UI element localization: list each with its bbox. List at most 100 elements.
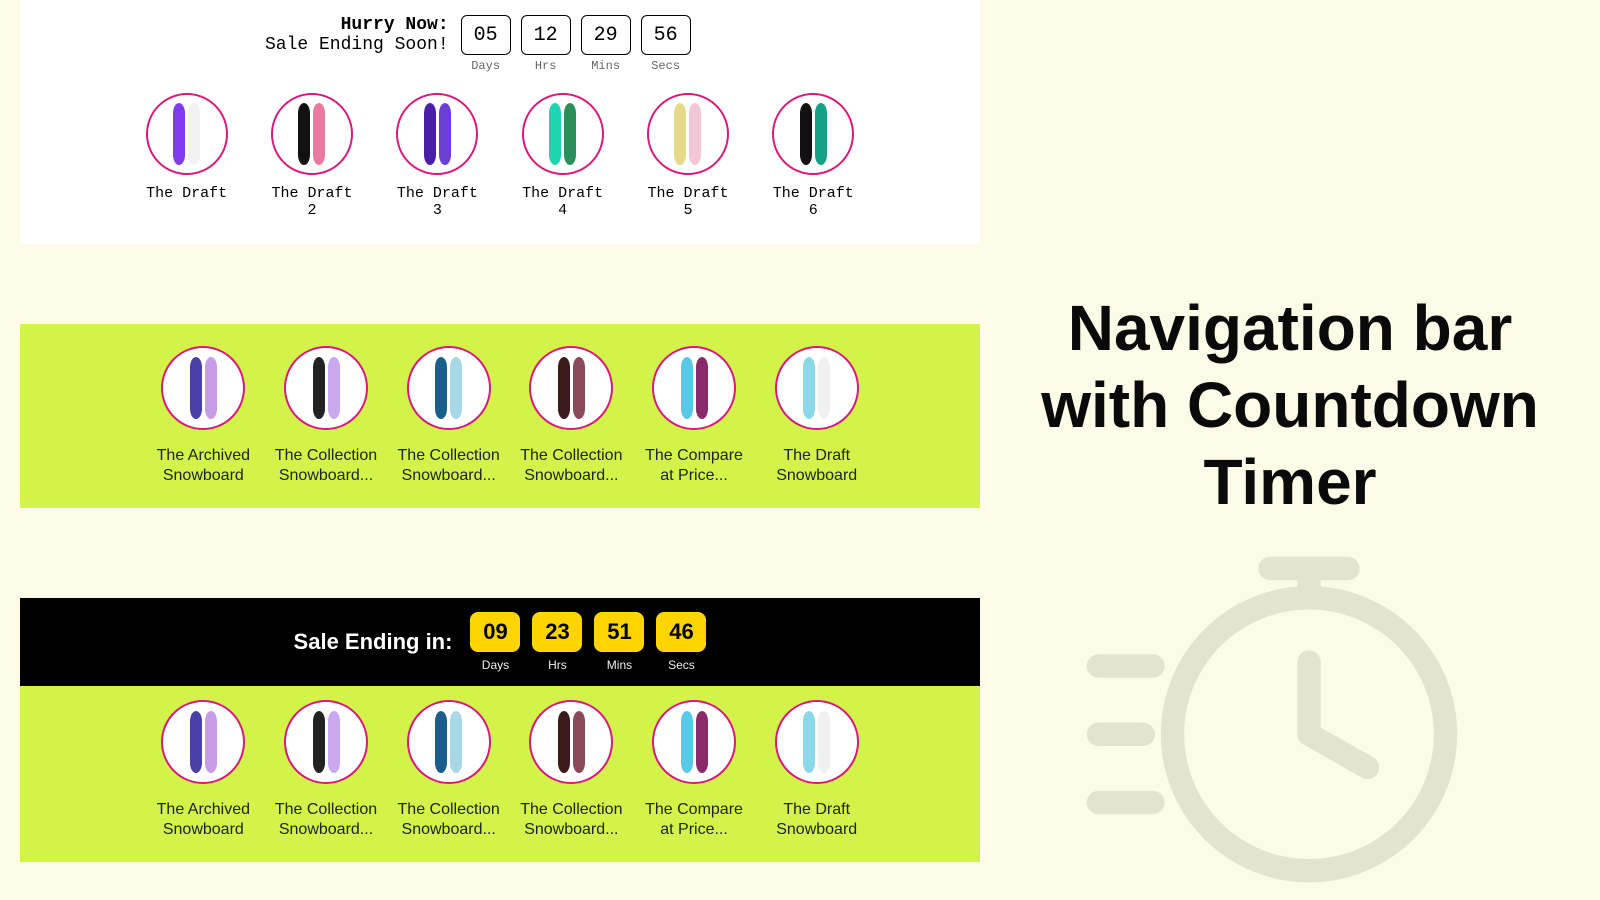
product-thumbnail xyxy=(652,700,736,784)
product-item[interactable]: The Collection Snowboard... xyxy=(395,346,502,486)
preview-panel-2: The Archived Snowboard The Collection Sno… xyxy=(20,324,980,508)
snowboard-icon xyxy=(803,711,815,773)
product-item[interactable]: The Collection Snowboard... xyxy=(518,700,625,840)
product-item[interactable]: The Draft 5 xyxy=(641,93,734,219)
countdown-mins-label: Mins xyxy=(581,59,631,73)
snowboard-icon xyxy=(803,357,815,419)
countdown-row-dark: 09 Days 23 Hrs 51 Mins 46 Secs xyxy=(470,612,706,672)
product-label: The Collection Snowboard... xyxy=(273,800,380,840)
countdown-mins-value: 29 xyxy=(581,15,631,55)
product-item[interactable]: The Draft Snowboard xyxy=(763,700,870,840)
product-item[interactable]: The Draft 2 xyxy=(265,93,358,219)
snowboard-icon xyxy=(681,711,693,773)
product-thumbnail xyxy=(284,346,368,430)
product-label: The Draft 3 xyxy=(391,185,484,219)
product-label: The Draft Snowboard xyxy=(763,446,870,486)
product-label: The Draft Snowboard xyxy=(763,800,870,840)
snowboard-icon xyxy=(205,711,217,773)
snowboard-icon xyxy=(573,711,585,773)
snowboard-icon xyxy=(689,103,701,165)
product-thumbnail xyxy=(161,346,245,430)
product-item[interactable]: The Collection Snowboard... xyxy=(273,700,380,840)
countdown-days-value: 09 xyxy=(470,612,520,652)
product-thumbnail xyxy=(407,346,491,430)
product-row-3-wrap: The Archived Snowboard The Collection Sno… xyxy=(20,686,980,862)
snowboard-icon xyxy=(190,711,202,773)
product-label: The Archived Snowboard xyxy=(150,800,257,840)
product-row-1: The Draft The Draft 2 The Draft 3 The Draft… xyxy=(140,93,860,219)
product-label: The Draft 5 xyxy=(641,185,734,219)
snowboard-icon xyxy=(313,103,325,165)
countdown-hrs-label: Hrs xyxy=(521,59,571,73)
product-thumbnail xyxy=(652,346,736,430)
countdown-mins: 51 Mins xyxy=(594,612,644,672)
countdown-days-label: Days xyxy=(470,658,520,672)
product-item[interactable]: The Draft xyxy=(140,93,233,219)
product-item[interactable]: The Draft 3 xyxy=(391,93,484,219)
product-label: The Collection Snowboard... xyxy=(395,800,502,840)
countdown-secs: 46 Secs xyxy=(656,612,706,672)
preview-column: Hurry Now: Sale Ending Soon! 05 Days 12 … xyxy=(20,0,980,862)
product-item[interactable]: The Collection Snowboard... xyxy=(518,346,625,486)
snowboard-icon xyxy=(313,711,325,773)
product-item[interactable]: The Archived Snowboard xyxy=(150,346,257,486)
countdown-hrs-label: Hrs xyxy=(532,658,582,672)
product-item[interactable]: The Draft 6 xyxy=(767,93,860,219)
hurry-subtitle: Sale Ending Soon! xyxy=(265,35,449,55)
product-thumbnail xyxy=(772,93,854,175)
product-label: The Draft 2 xyxy=(265,185,358,219)
product-item[interactable]: The Draft 4 xyxy=(516,93,609,219)
product-item[interactable]: The Compare at Price... xyxy=(641,346,748,486)
product-label: The Collection Snowboard... xyxy=(518,446,625,486)
snowboard-icon xyxy=(681,357,693,419)
product-item[interactable]: The Archived Snowboard xyxy=(150,700,257,840)
product-thumbnail xyxy=(529,700,613,784)
countdown-secs-label: Secs xyxy=(641,59,691,73)
preview-panel-1: Hurry Now: Sale Ending Soon! 05 Days 12 … xyxy=(20,0,980,244)
countdown-days: 05 Days xyxy=(461,15,511,73)
snowboard-icon xyxy=(815,103,827,165)
snowboard-icon xyxy=(818,711,830,773)
product-label: The Draft 4 xyxy=(516,185,609,219)
snowboard-icon xyxy=(558,711,570,773)
product-label: The Archived Snowboard xyxy=(150,446,257,486)
product-label: The Compare at Price... xyxy=(641,446,748,486)
product-row-3: The Archived Snowboard The Collection Sno… xyxy=(150,700,870,840)
product-thumbnail xyxy=(396,93,478,175)
product-item[interactable]: The Draft Snowboard xyxy=(763,346,870,486)
snowboard-icon xyxy=(188,103,200,165)
product-label: The Draft 6 xyxy=(767,185,860,219)
snowboard-icon xyxy=(328,711,340,773)
sale-ending-title: Sale Ending in: xyxy=(294,629,453,655)
snowboard-icon xyxy=(558,357,570,419)
product-label: The Collection Snowboard... xyxy=(518,800,625,840)
product-thumbnail xyxy=(161,700,245,784)
product-thumbnail xyxy=(284,700,368,784)
snowboard-icon xyxy=(435,711,447,773)
product-item[interactable]: The Compare at Price... xyxy=(641,700,748,840)
product-label: The Collection Snowboard... xyxy=(273,446,380,486)
countdown-mins: 29 Mins xyxy=(581,15,631,73)
product-thumbnail xyxy=(647,93,729,175)
product-item[interactable]: The Collection Snowboard... xyxy=(273,346,380,486)
countdown-secs-value: 46 xyxy=(656,612,706,652)
snowboard-icon xyxy=(205,357,217,419)
snowboard-icon xyxy=(328,357,340,419)
countdown-secs: 56 Secs xyxy=(641,15,691,73)
snowboard-icon xyxy=(696,711,708,773)
countdown-banner-dark: Sale Ending in: 09 Days 23 Hrs 51 Mins 4… xyxy=(20,598,980,686)
snowboard-icon xyxy=(435,357,447,419)
preview-panel-3: Sale Ending in: 09 Days 23 Hrs 51 Mins 4… xyxy=(20,598,980,862)
page-heading: Navigation bar with Countdown Timer xyxy=(1005,290,1575,520)
countdown-hrs-value: 12 xyxy=(521,15,571,55)
product-thumbnail xyxy=(271,93,353,175)
countdown-secs-label: Secs xyxy=(656,658,706,672)
snowboard-icon xyxy=(439,103,451,165)
snowboard-icon xyxy=(190,357,202,419)
snowboard-icon xyxy=(173,103,185,165)
product-thumbnail xyxy=(775,700,859,784)
product-item[interactable]: The Collection Snowboard... xyxy=(395,700,502,840)
product-thumbnail xyxy=(522,93,604,175)
product-thumbnail xyxy=(775,346,859,430)
snowboard-icon xyxy=(564,103,576,165)
